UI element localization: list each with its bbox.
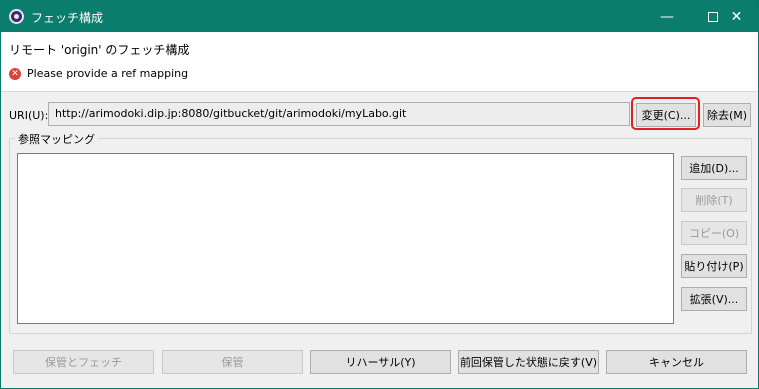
- save-and-fetch-button[interactable]: 保管とフェッチ: [13, 350, 154, 374]
- add-button[interactable]: 追加(D)...: [681, 156, 747, 180]
- close-icon: ✕: [730, 8, 743, 25]
- uri-label: URI(U):: [9, 109, 49, 122]
- minimize-button[interactable]: —: [644, 1, 690, 32]
- minimize-icon: —: [660, 8, 674, 25]
- change-button[interactable]: 変更(C)...: [636, 103, 696, 127]
- uri-field[interactable]: http://arimodoki.dip.jp:8080/gitbucket/g…: [48, 102, 630, 126]
- window-title: フェッチ構成: [31, 11, 104, 25]
- delete-button[interactable]: 削除(T): [681, 188, 747, 212]
- dialog-header: リモート 'origin' のフェッチ構成 ✕ Please provide a…: [1, 32, 758, 91]
- title-bar[interactable]: フェッチ構成 — ✕: [1, 1, 758, 32]
- ref-mapping-list[interactable]: [17, 153, 674, 324]
- remove-button[interactable]: 除去(M): [703, 103, 751, 127]
- close-button[interactable]: ✕: [714, 1, 759, 32]
- dialog-heading: リモート 'origin' のフェッチ構成: [9, 43, 190, 57]
- cancel-button[interactable]: キャンセル: [606, 350, 747, 374]
- paste-button[interactable]: 貼り付け(P): [681, 254, 747, 278]
- error-message: Please provide a ref mapping: [27, 67, 189, 80]
- expand-button[interactable]: 拡張(V)...: [681, 287, 747, 311]
- eclipse-app-icon: [9, 9, 24, 24]
- revert-button[interactable]: 前回保管した状態に戻す(V): [458, 350, 599, 374]
- error-icon: ✕: [9, 68, 21, 80]
- copy-button[interactable]: コピー(O): [681, 221, 747, 245]
- fetch-config-dialog: フェッチ構成 — ✕ リモート 'origin' のフェッチ構成 ✕ Pleas…: [0, 0, 759, 389]
- save-button[interactable]: 保管: [162, 350, 303, 374]
- header-separator: [1, 91, 758, 92]
- rehearsal-button[interactable]: リハーサル(Y): [310, 350, 451, 374]
- ref-mapping-label: 参照マッピング: [15, 131, 98, 147]
